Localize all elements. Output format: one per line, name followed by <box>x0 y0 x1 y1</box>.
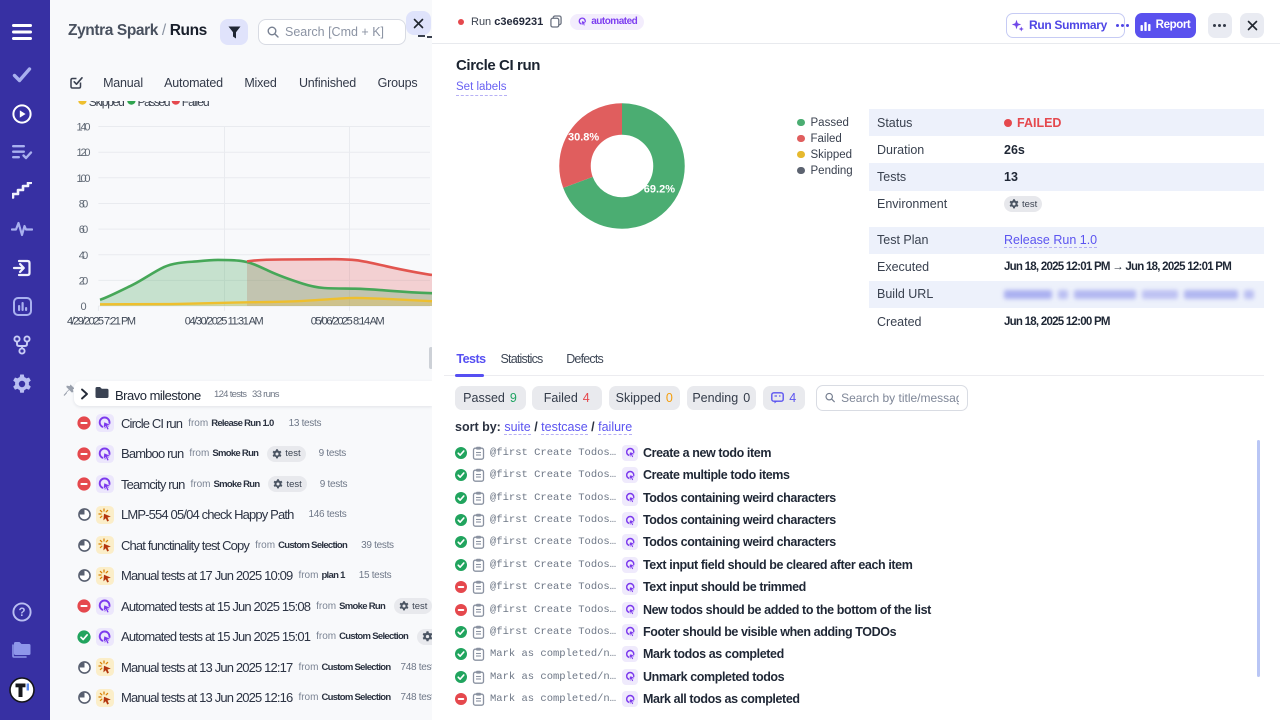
svg-text:80: 80 <box>79 199 89 211</box>
svg-text:69.2%: 69.2% <box>644 184 675 196</box>
svg-text:4/29/2025 7:21 PM: 4/29/2025 7:21 PM <box>67 316 136 328</box>
svg-text:40: 40 <box>79 250 89 262</box>
svg-text:?: ? <box>18 607 25 619</box>
svg-text:30.8%: 30.8% <box>568 132 599 144</box>
svg-text:05/06/2025 8:14 AM: 05/06/2025 8:14 AM <box>311 316 385 328</box>
svg-text:100: 100 <box>77 173 91 185</box>
svg-text:60: 60 <box>79 224 89 236</box>
svg-text:Failed: Failed <box>182 101 210 109</box>
svg-text:120: 120 <box>77 147 91 159</box>
svg-text:04/30/2025 11:31 AM: 04/30/2025 11:31 AM <box>185 316 264 328</box>
svg-text:Skipped: Skipped <box>89 101 125 109</box>
svg-text:20: 20 <box>79 275 89 287</box>
svg-text:0: 0 <box>80 301 86 313</box>
svg-text:140: 140 <box>77 122 91 134</box>
svg-text:Passed: Passed <box>138 101 171 109</box>
